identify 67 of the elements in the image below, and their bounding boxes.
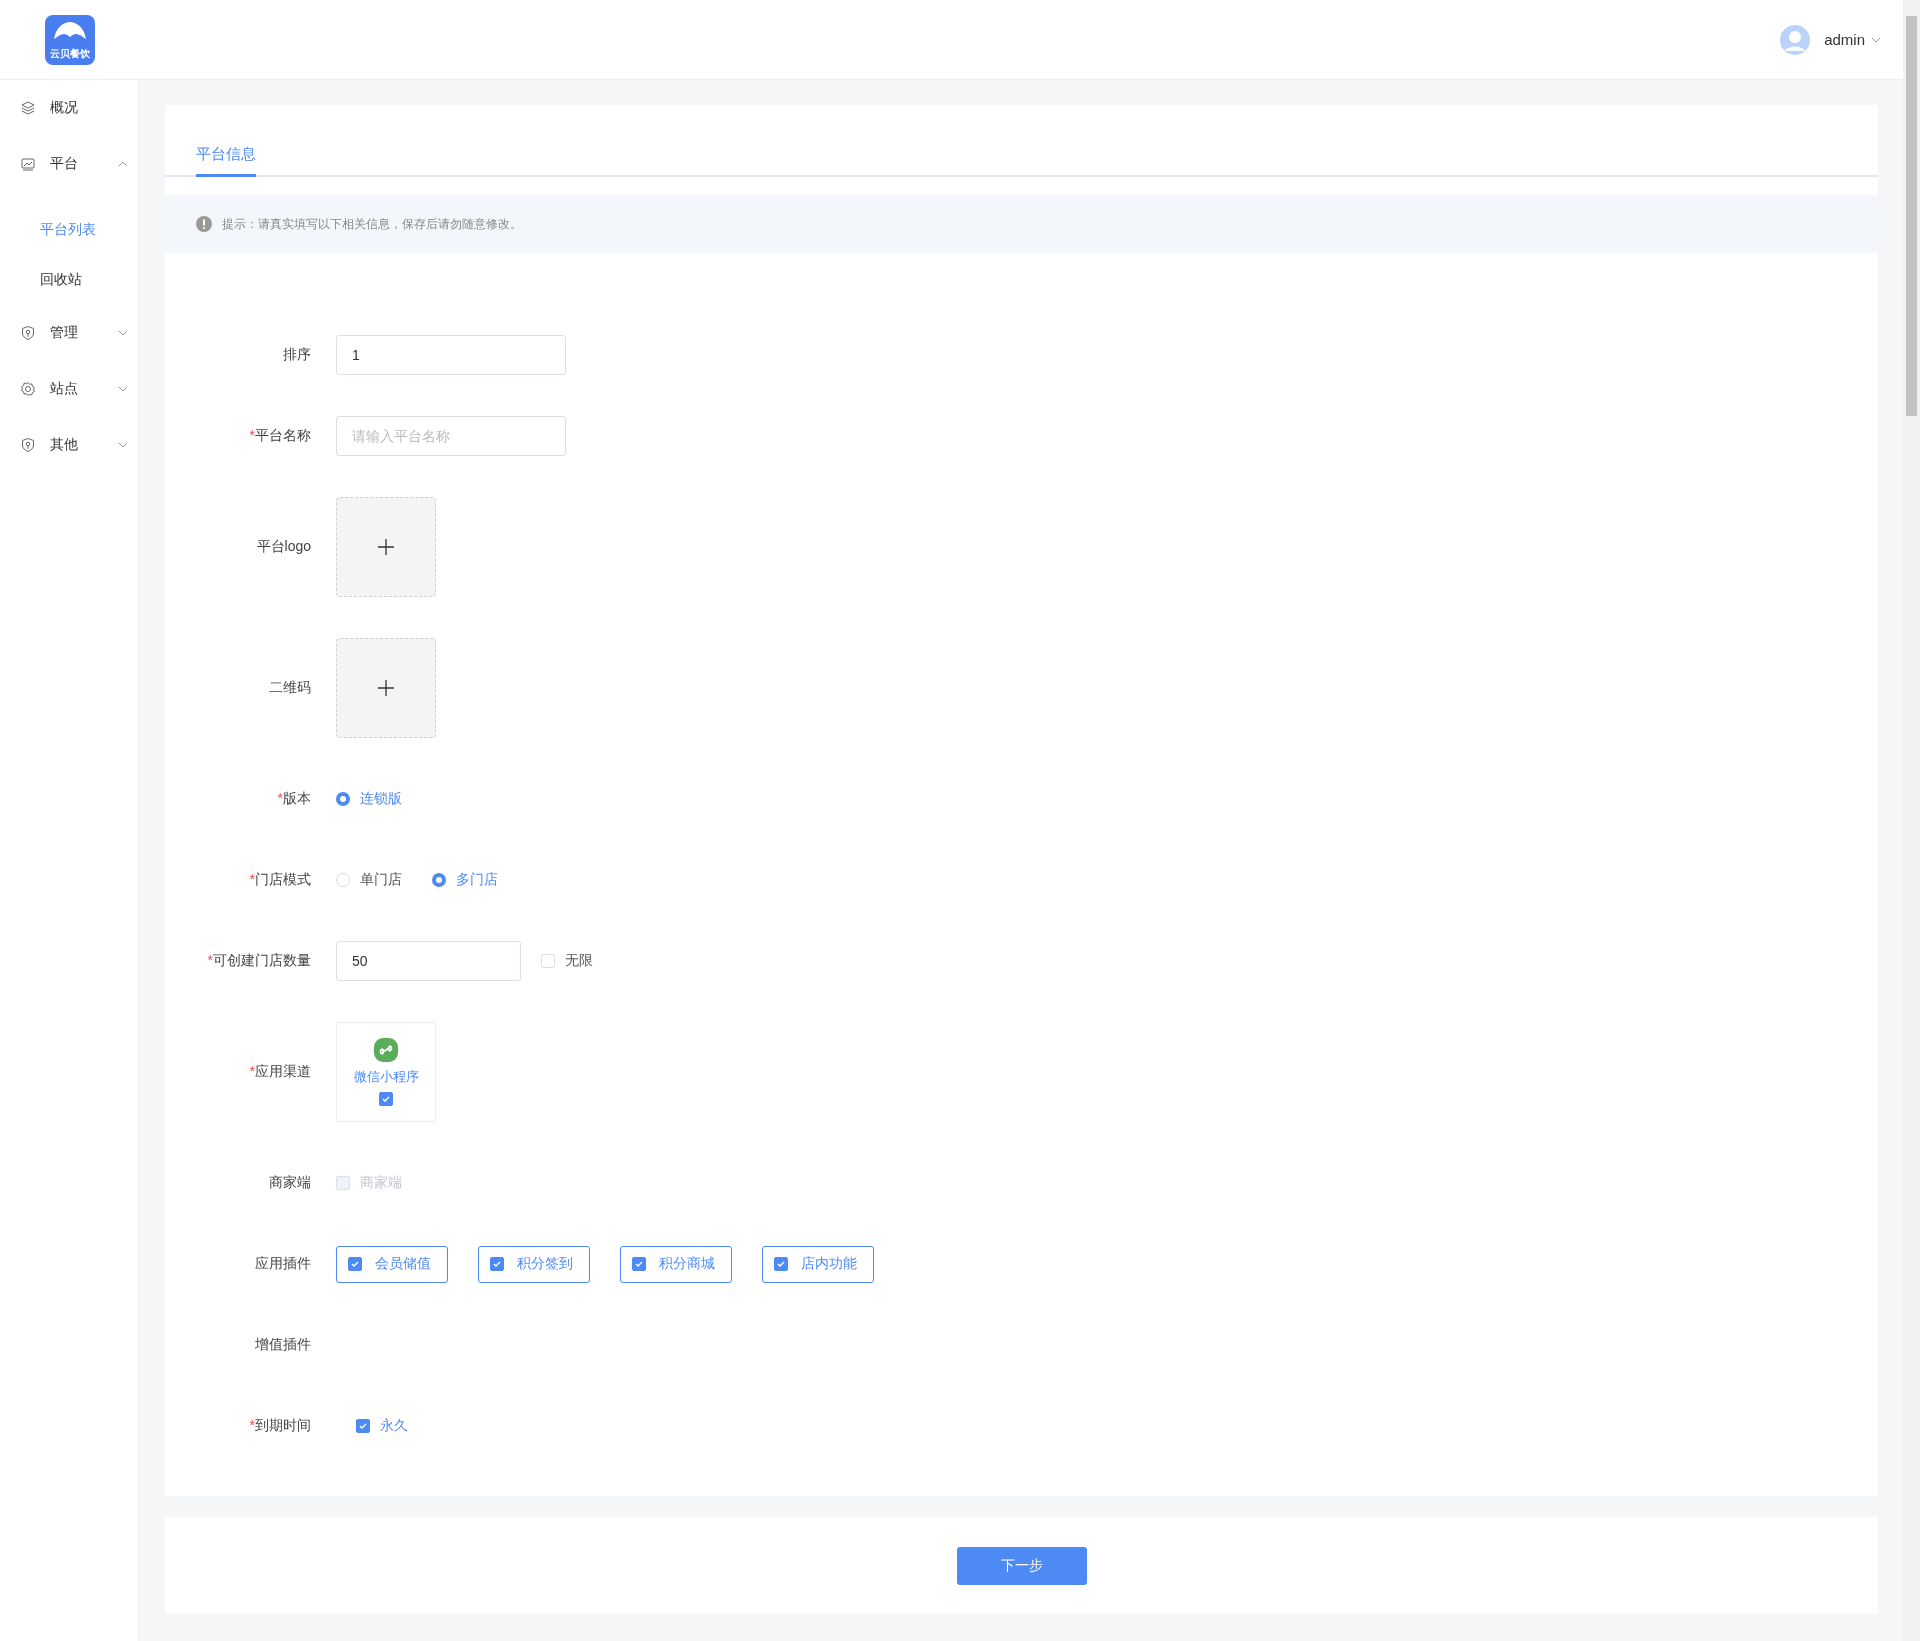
radio-option[interactable]: 连锁版 [336, 790, 402, 808]
plugin-option[interactable]: 积分签到 [478, 1245, 590, 1283]
nav-item[interactable]: 站点 [0, 361, 138, 417]
checkmark-icon [492, 1259, 502, 1269]
checkbox[interactable] [348, 1257, 362, 1271]
field-label: 排序 [282, 346, 311, 364]
chevron-down-icon [118, 330, 128, 336]
field-label: 增值插件 [254, 1336, 311, 1354]
checkbox[interactable] [632, 1257, 646, 1271]
nav-item[interactable]: 平台 [0, 136, 138, 192]
checkbox[interactable] [379, 1092, 393, 1106]
channel-label: 微信小程序 [353, 1068, 419, 1086]
next-button[interactable]: 下一步 [956, 1546, 1087, 1585]
logo-arch-icon [52, 20, 88, 41]
field-label: *平台名称 [248, 427, 311, 445]
checkbox[interactable] [490, 1257, 504, 1271]
checkbox[interactable] [356, 1419, 370, 1433]
checkbox-option[interactable]: 无限 [541, 952, 593, 970]
field-label: *到期时间 [248, 1417, 311, 1435]
radio-option[interactable]: 单门店 [336, 871, 402, 889]
tab[interactable]: 平台信息 [196, 145, 256, 177]
shield-icon [20, 325, 36, 341]
plugin-option[interactable]: 积分商城 [620, 1245, 732, 1283]
field-label: *门店模式 [248, 871, 311, 889]
checkmark-icon [776, 1259, 786, 1269]
chevron-up-icon [118, 161, 128, 167]
field-label: *可创建门店数量 [206, 952, 311, 970]
chevron-down-icon [118, 442, 128, 448]
text-input[interactable]: 1 [336, 335, 566, 375]
checkmark-icon [358, 1421, 368, 1431]
chevron-down-icon [1871, 36, 1881, 43]
text-input[interactable]: 请输入平台名称 [336, 416, 566, 456]
user-menu[interactable]: admin [1824, 31, 1881, 48]
field-label: 应用插件 [254, 1255, 311, 1273]
plugin-option[interactable]: 会员储值 [336, 1245, 448, 1283]
plus-icon [378, 539, 394, 555]
number-input[interactable]: 50 [336, 941, 521, 981]
logo-text: 云贝餐饮 [50, 48, 90, 59]
hint-text: 提示：请真实填写以下相关信息，保存后请勿随意修改。 [222, 215, 522, 233]
shield-icon [20, 437, 36, 453]
checkbox[interactable] [774, 1257, 788, 1271]
field-label: *应用渠道 [248, 1063, 311, 1081]
checkbox-option[interactable]: 永久 [336, 1417, 408, 1435]
channel-card[interactable]: 微信小程序 [336, 1022, 436, 1122]
checkmark-icon [381, 1094, 391, 1104]
field-label: 平台logo [255, 538, 311, 556]
nav-item[interactable]: 其他 [0, 417, 138, 473]
avatar-icon [1780, 24, 1811, 55]
nav-item[interactable]: 管理 [0, 305, 138, 361]
checkmark-icon [350, 1259, 360, 1269]
field-label: *版本 [276, 790, 311, 808]
link-icon [374, 1038, 398, 1062]
plus-icon [378, 680, 394, 696]
gear-icon [20, 381, 36, 397]
alert-icon [196, 216, 212, 232]
chevron-down-icon [118, 386, 128, 392]
radio-option[interactable]: 多门店 [432, 871, 498, 889]
field-label: 商家端 [268, 1174, 311, 1192]
nav-subitem[interactable]: 回收站 [0, 255, 138, 305]
scrollbar[interactable] [1903, 0, 1920, 1641]
field-label: 二维码 [268, 679, 311, 697]
nav-item[interactable]: 概况 [0, 80, 138, 136]
chart-monitor-icon [20, 156, 36, 172]
nav-subitem[interactable]: 平台列表 [0, 205, 138, 255]
checkmark-icon [634, 1259, 644, 1269]
plugin-option[interactable]: 店内功能 [762, 1245, 874, 1283]
layers-icon [20, 100, 36, 116]
